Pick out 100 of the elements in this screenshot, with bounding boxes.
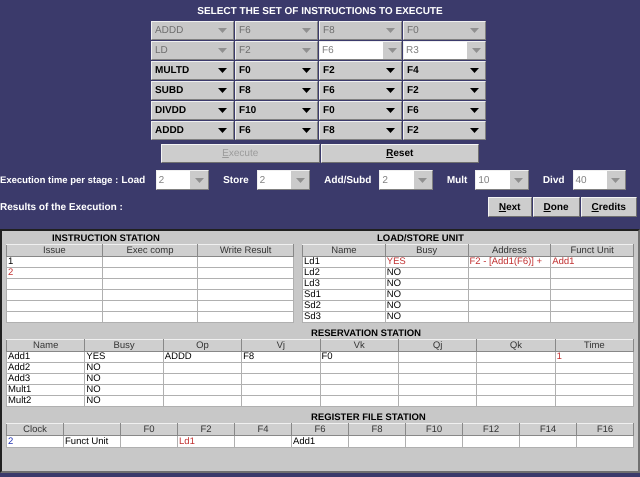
- table-cell: F0: [320, 352, 398, 362]
- stage-label: Divd: [542, 174, 566, 186]
- dropdown[interactable]: F2: [403, 81, 486, 100]
- table-cell: 1: [6, 256, 102, 268]
- caret-icon: [611, 178, 620, 182]
- column-header: Vj: [242, 340, 320, 352]
- table-cell: NO: [385, 300, 468, 312]
- table-cell: F8: [242, 352, 320, 362]
- dropdown[interactable]: F0: [235, 61, 318, 80]
- table-cell: NO: [385, 290, 468, 300]
- dropdown[interactable]: DIVDD: [151, 101, 234, 120]
- column-header: F12: [462, 424, 520, 436]
- caret-icon: [302, 128, 311, 133]
- column-header: F0: [120, 424, 178, 436]
- column-header: F2: [178, 424, 234, 436]
- stage-label: Mult: [446, 174, 468, 186]
- column-header: Name: [302, 244, 386, 256]
- caret-icon: [386, 128, 395, 133]
- dropdown[interactable]: F8: [319, 121, 402, 140]
- column-header: Address: [468, 244, 551, 256]
- caret-icon: [386, 68, 395, 73]
- caret-icon: [388, 48, 396, 53]
- table-cell: 1: [555, 352, 634, 362]
- caret-icon: [218, 28, 227, 33]
- column-header: Busy: [385, 244, 468, 256]
- table-cell: NO: [84, 384, 164, 396]
- dropdown[interactable]: ADDD: [151, 121, 234, 140]
- column-header: Clock: [6, 424, 64, 436]
- dropdown[interactable]: F0: [319, 101, 402, 120]
- caret-icon: [218, 68, 227, 73]
- done-button[interactable]: Done: [532, 197, 580, 217]
- dropdown[interactable]: F8: [235, 81, 318, 100]
- caret-icon: [194, 178, 204, 182]
- dropdown[interactable]: F4: [403, 61, 486, 80]
- column-header: F8: [348, 424, 406, 436]
- execution-time-label: Execution time per stage :: [0, 174, 120, 186]
- caret-icon: [470, 68, 479, 73]
- caret-icon: [218, 108, 227, 113]
- caret-icon: [472, 48, 480, 53]
- column-header: F14: [520, 424, 576, 436]
- table-cell: [462, 436, 520, 448]
- caret-icon: [302, 68, 311, 73]
- column-header: Qk: [476, 340, 556, 352]
- table-cell: NO: [385, 312, 468, 322]
- section-title: RESERVATION STATION: [310, 328, 422, 339]
- next-button[interactable]: Next: [488, 197, 532, 217]
- caret-icon: [302, 48, 311, 53]
- column-header: F6: [292, 424, 348, 436]
- caret-icon: [218, 88, 227, 93]
- table-cell: YES: [84, 352, 164, 362]
- table-cell: [520, 436, 576, 448]
- table-cell: 2: [6, 268, 102, 278]
- table-cell: [406, 436, 462, 448]
- dropdown[interactable]: F2: [319, 61, 402, 80]
- table-cell: NO: [84, 374, 164, 384]
- column-header: F4: [234, 424, 292, 436]
- table-cell: NO: [385, 268, 468, 278]
- table-cell: YES: [385, 256, 468, 268]
- dropdown[interactable]: SUBD: [151, 81, 234, 100]
- caret-icon: [218, 128, 227, 133]
- caret-icon: [470, 128, 479, 133]
- section-title: LOAD/STORE UNIT: [376, 233, 465, 244]
- table-cell: [348, 436, 406, 448]
- caret-icon: [302, 88, 311, 93]
- table-cell: NO: [385, 278, 468, 290]
- column-header: Issue: [6, 244, 102, 256]
- reset-button[interactable]: Reset: [320, 144, 479, 163]
- credits-button[interactable]: Credits: [580, 197, 637, 217]
- column-header: Exec comp: [102, 244, 198, 256]
- dropdown[interactable]: F6: [403, 101, 486, 120]
- stage-label: Store: [223, 174, 250, 186]
- dropdown[interactable]: F6: [319, 81, 402, 100]
- stage-label: Load: [121, 174, 146, 186]
- table-cell: Ld1: [178, 436, 234, 448]
- table-cell: Add1: [292, 436, 348, 448]
- caret-icon: [386, 108, 395, 113]
- table-cell: Funct Unit: [64, 436, 120, 448]
- column-header: Vk: [320, 340, 398, 352]
- column-header: Busy: [84, 340, 164, 352]
- column-header: Name: [6, 340, 85, 352]
- column-header: Time: [555, 340, 634, 352]
- caret-icon: [386, 28, 395, 33]
- dropdown[interactable]: F10: [235, 101, 318, 120]
- section-title: REGISTER FILE STATION: [310, 412, 427, 423]
- stage-label: Add/Subd: [324, 174, 372, 186]
- window-title: SELECT THE SET OF INSTRUCTIONS TO EXECUTE: [196, 5, 444, 19]
- column-header: Qj: [398, 340, 477, 352]
- results-label: Results of the Execution :: [0, 202, 123, 212]
- caret-icon: [514, 178, 524, 182]
- section-title: INSTRUCTION STATION: [51, 233, 161, 244]
- table-cell: ADDD: [163, 352, 242, 362]
- table-cell: NO: [84, 396, 164, 406]
- dropdown[interactable]: F6: [235, 121, 318, 140]
- column-header: Funct Unit: [550, 244, 634, 256]
- caret-icon: [302, 28, 311, 33]
- caret-icon: [386, 88, 395, 93]
- caret-icon: [470, 88, 479, 93]
- table-cell: [234, 436, 292, 448]
- dropdown[interactable]: MULTD: [151, 61, 234, 80]
- dropdown[interactable]: F2: [403, 121, 486, 140]
